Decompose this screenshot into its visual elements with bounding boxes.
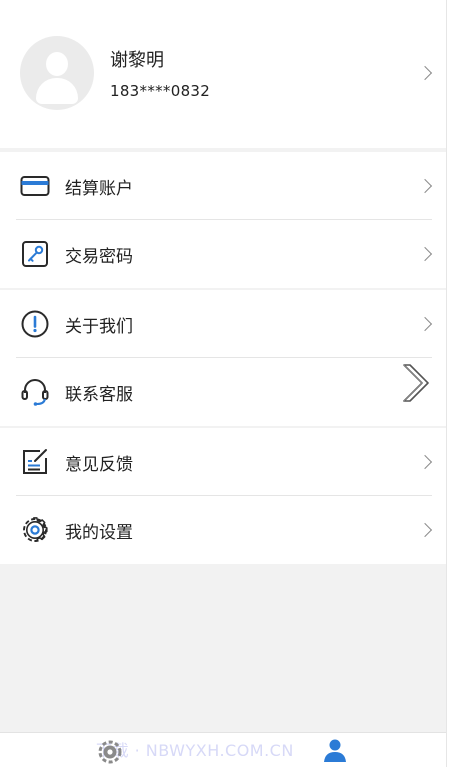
bottom-tab-bar: 下载 · NBWYXH.COM.CN xyxy=(0,732,446,767)
menu-item-label: 交易密码 xyxy=(65,247,133,267)
avatar-head-shape xyxy=(46,52,68,76)
menu-item-customer-service[interactable]: 联系客服 xyxy=(0,358,446,426)
menu-group-info: 关于我们 联系客服 xyxy=(0,290,446,426)
menu-group-account: 结算账户 交易密码 xyxy=(0,152,446,288)
feedback-edit-icon xyxy=(23,449,47,474)
app-screen: 谢黎明 183****0832 结算账户 交易密码 关于我们 联系客服 意见反馈… xyxy=(0,0,446,767)
card-icon xyxy=(20,176,50,196)
menu-item-label: 我的设置 xyxy=(65,523,133,543)
tab-me[interactable] xyxy=(322,737,348,763)
menu-item-about-us[interactable]: 关于我们 xyxy=(0,290,446,358)
menu-item-my-settings[interactable]: 我的设置 xyxy=(0,496,446,564)
user-name: 谢黎明 xyxy=(110,50,164,71)
menu-item-feedback[interactable]: 意见反馈 xyxy=(0,428,446,496)
exclamation-circle-icon xyxy=(21,310,49,338)
chevron-right-icon xyxy=(417,522,433,538)
avatar[interactable] xyxy=(20,36,94,110)
chevron-right-icon xyxy=(417,246,433,262)
window-edge xyxy=(446,0,452,767)
menu-item-trade-password[interactable]: 交易密码 xyxy=(0,220,446,288)
watermark-text: 下载 · NBWYXH.COM.CN xyxy=(96,741,294,760)
chevron-right-icon xyxy=(417,65,433,81)
profile-card[interactable]: 谢黎明 183****0832 xyxy=(0,0,446,148)
menu-group-settings: 意见反馈 我的设置 xyxy=(0,428,446,564)
menu-item-label: 意见反馈 xyxy=(65,455,133,475)
menu-item-label: 关于我们 xyxy=(65,317,133,337)
user-phone: 183****0832 xyxy=(110,82,211,100)
chevron-right-icon xyxy=(417,454,433,470)
double-chevron-right-icon[interactable] xyxy=(400,362,434,404)
avatar-body-shape xyxy=(36,78,78,104)
key-icon xyxy=(22,241,48,267)
chevron-right-icon xyxy=(417,316,433,332)
tab-home[interactable] xyxy=(97,739,123,765)
headset-icon xyxy=(21,379,49,406)
menu-item-label: 联系客服 xyxy=(65,385,133,405)
menu-item-settlement-account[interactable]: 结算账户 xyxy=(0,152,446,220)
chevron-right-icon xyxy=(417,178,433,194)
gear-icon xyxy=(23,517,48,542)
menu-item-label: 结算账户 xyxy=(65,179,133,199)
